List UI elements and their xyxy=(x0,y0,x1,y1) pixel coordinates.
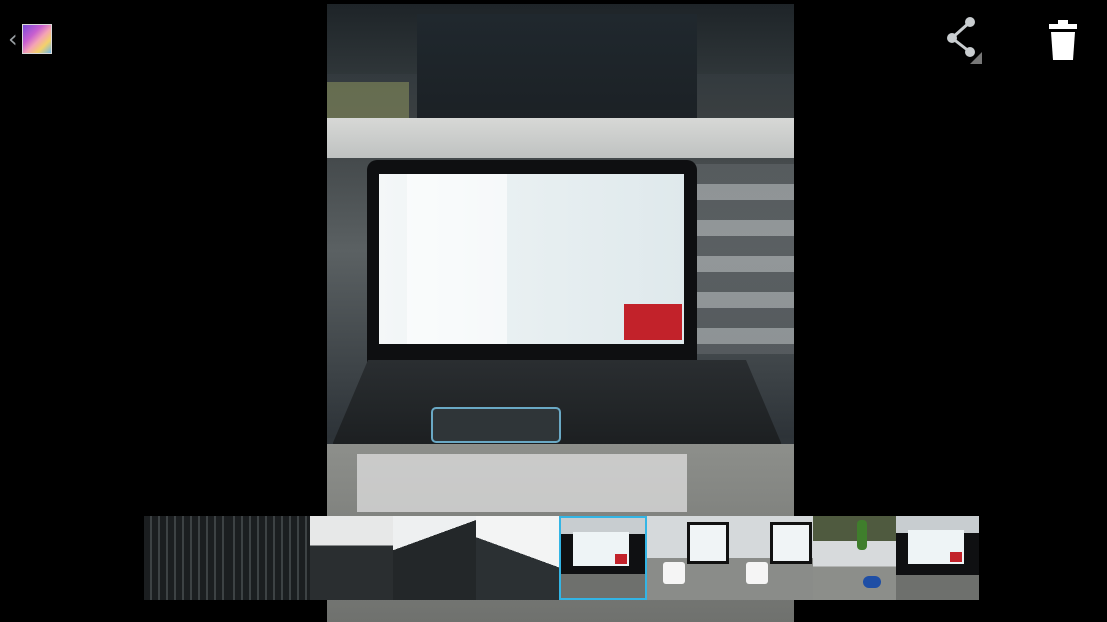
thumbnail-mouse xyxy=(863,576,881,588)
filmstrip-thumbnail[interactable] xyxy=(476,516,559,600)
photo-touchpad xyxy=(431,407,561,443)
photo-screen-glare xyxy=(407,174,507,344)
thumbnail-plant xyxy=(857,520,867,550)
photo-viewer: ‹ xyxy=(0,0,1107,622)
gallery-app-icon xyxy=(21,24,52,54)
photo-red-badge xyxy=(624,304,682,340)
filmstrip-thumbnail[interactable] xyxy=(647,516,730,600)
filmstrip-thumbnail-selected[interactable] xyxy=(559,516,647,600)
photo-whiteboard xyxy=(417,14,697,134)
thumbnail-cup xyxy=(663,562,685,584)
trash-icon xyxy=(1049,20,1077,60)
thumbnail-red-badge xyxy=(615,554,627,564)
filmstrip-thumbnail[interactable] xyxy=(896,516,979,600)
up-navigation-button[interactable]: ‹ xyxy=(8,20,52,58)
photo-blinds xyxy=(687,164,794,354)
chevron-left-icon: ‹ xyxy=(8,25,18,53)
filmstrip-thumbnail[interactable] xyxy=(393,516,476,600)
share-button[interactable] xyxy=(940,14,986,64)
filmstrip-thumbnail[interactable] xyxy=(730,516,813,600)
photo-divider xyxy=(327,118,794,158)
thumbnail-screen xyxy=(687,522,729,564)
filmstrip xyxy=(144,516,979,600)
filmstrip-thumbnail[interactable] xyxy=(144,516,227,600)
filmstrip-thumbnail[interactable] xyxy=(310,516,393,600)
filmstrip-thumbnail[interactable] xyxy=(813,516,896,600)
photo-paper xyxy=(357,454,687,512)
filmstrip-thumbnail[interactable] xyxy=(227,516,310,600)
share-icon xyxy=(947,17,982,64)
thumbnail-cup xyxy=(746,562,768,584)
thumbnail-red-badge xyxy=(950,552,962,562)
thumbnail-screen xyxy=(770,522,812,564)
delete-button[interactable] xyxy=(1040,14,1086,64)
